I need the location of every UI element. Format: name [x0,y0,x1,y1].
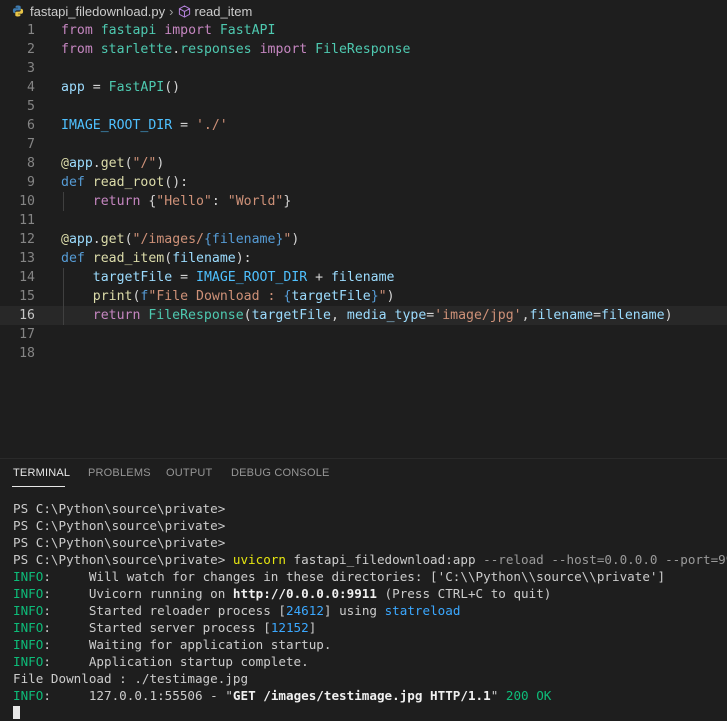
line-number: 17 [19,327,35,342]
code-text: IMAGE_ROOT_DIR = './' [61,118,228,133]
tab-output[interactable]: OUTPUT [166,467,212,479]
line-number: 8 [27,156,35,171]
line-number: 4 [27,80,35,95]
code-text: return FileResponse(targetFile, media_ty… [92,308,673,323]
terminal-prompt-line[interactable] [13,704,20,721]
code-line[interactable]: 18 [0,344,727,363]
terminal-line: INFO: Uvicorn running on http://0.0.0.0:… [13,586,552,601]
chevron-right-icon: › [169,3,174,19]
line-number: 12 [19,232,35,247]
indent-guide [63,268,64,325]
code-line[interactable]: 11 [0,211,727,230]
code-line[interactable]: 17 [0,325,727,344]
code-line[interactable]: 1 from fastapi import FastAPI [0,21,727,40]
code-line[interactable]: 16 return FileResponse(targetFile, media… [0,306,727,325]
line-number: 10 [19,194,35,209]
line-number: 15 [19,289,35,304]
line-number: 3 [27,61,35,76]
terminal-line: INFO: Will watch for changes in these di… [13,569,666,584]
terminal-line: PS C:\Python\source\private> [13,535,226,550]
line-number: 11 [19,213,35,228]
code-text: def read_item(filename): [61,251,252,266]
code-text: from fastapi import FastAPI [61,23,276,38]
code-text: from starlette.responses import FileResp… [61,42,411,57]
code-line[interactable]: 10 return {"Hello": "World"} [0,192,727,211]
code-line[interactable]: 9 def read_root(): [0,173,727,192]
terminal-line: INFO: Started reloader process [24612] u… [13,603,461,618]
terminal-line: INFO: Waiting for application startup. [13,637,332,652]
method-cube-icon [178,4,190,18]
terminal-line: PS C:\Python\source\private> [13,501,226,516]
terminal-line: INFO: 127.0.0.1:55506 - "GET /images/tes… [13,688,552,703]
code-line[interactable]: 7 [0,135,727,154]
line-number: 6 [27,118,35,133]
breadcrumb: fastapi_filedownload.py › read_item [0,0,727,22]
code-line[interactable]: 8 @app.get("/") [0,154,727,173]
terminal-cursor [13,706,20,719]
code-text: app = FastAPI() [61,80,181,95]
code-text: def read_root(): [61,175,189,190]
panel-tabs: TERMINAL PROBLEMS OUTPUT DEBUG CONSOLE [0,458,727,489]
line-number: 14 [19,270,35,285]
python-file-icon [12,5,24,17]
line-number: 16 [19,308,35,323]
code-line[interactable]: 14 targetFile = IMAGE_ROOT_DIR + filenam… [0,268,727,287]
code-text: @app.get("/images/{filename}") [61,232,300,247]
code-line[interactable]: 12 @app.get("/images/{filename}") [0,230,727,249]
line-number: 13 [19,251,35,266]
breadcrumb-file[interactable]: fastapi_filedownload.py [30,4,165,19]
code-line[interactable]: 6 IMAGE_ROOT_DIR = './' [0,116,727,135]
code-line[interactable]: 13 def read_item(filename): [0,249,727,268]
code-text: print(f"File Download : {targetFile}") [92,289,395,304]
terminal-line: File Download : ./testimage.jpg [13,671,249,686]
line-number: 18 [19,346,35,361]
tab-terminal[interactable]: TERMINAL [13,467,70,479]
breadcrumb-symbol[interactable]: read_item [195,4,253,19]
code-text: return {"Hello": "World"} [92,194,292,209]
code-line[interactable]: 2 from starlette.responses import FileRes… [0,40,727,59]
line-number: 9 [27,175,35,190]
code-line[interactable]: 5 [0,97,727,116]
terminal-line: INFO: Application startup complete. [13,654,309,669]
line-number: 7 [27,137,35,152]
terminal-line: PS C:\Python\source\private> [13,518,226,533]
code-line[interactable]: 4 app = FastAPI() [0,78,727,97]
code-line[interactable]: 3 [0,59,727,78]
line-number: 2 [27,42,35,57]
tab-problems[interactable]: PROBLEMS [88,467,151,479]
active-tab-indicator [12,486,65,487]
code-line[interactable]: 15 print(f"File Download : {targetFile}"… [0,287,727,306]
code-text: @app.get("/") [61,156,165,171]
code-text: targetFile = IMAGE_ROOT_DIR + filename [92,270,395,285]
indent-guide [63,192,64,211]
line-number: 5 [27,99,35,114]
tab-debug-console[interactable]: DEBUG CONSOLE [231,467,330,479]
line-number: 1 [27,23,35,38]
terminal-line: INFO: Started server process [12152] [13,620,317,635]
code-editor[interactable]: 1 from fastapi import FastAPI 2 from starle… [0,21,727,451]
terminal-line: PS C:\Python\source\private> uvicorn fas… [13,552,727,567]
